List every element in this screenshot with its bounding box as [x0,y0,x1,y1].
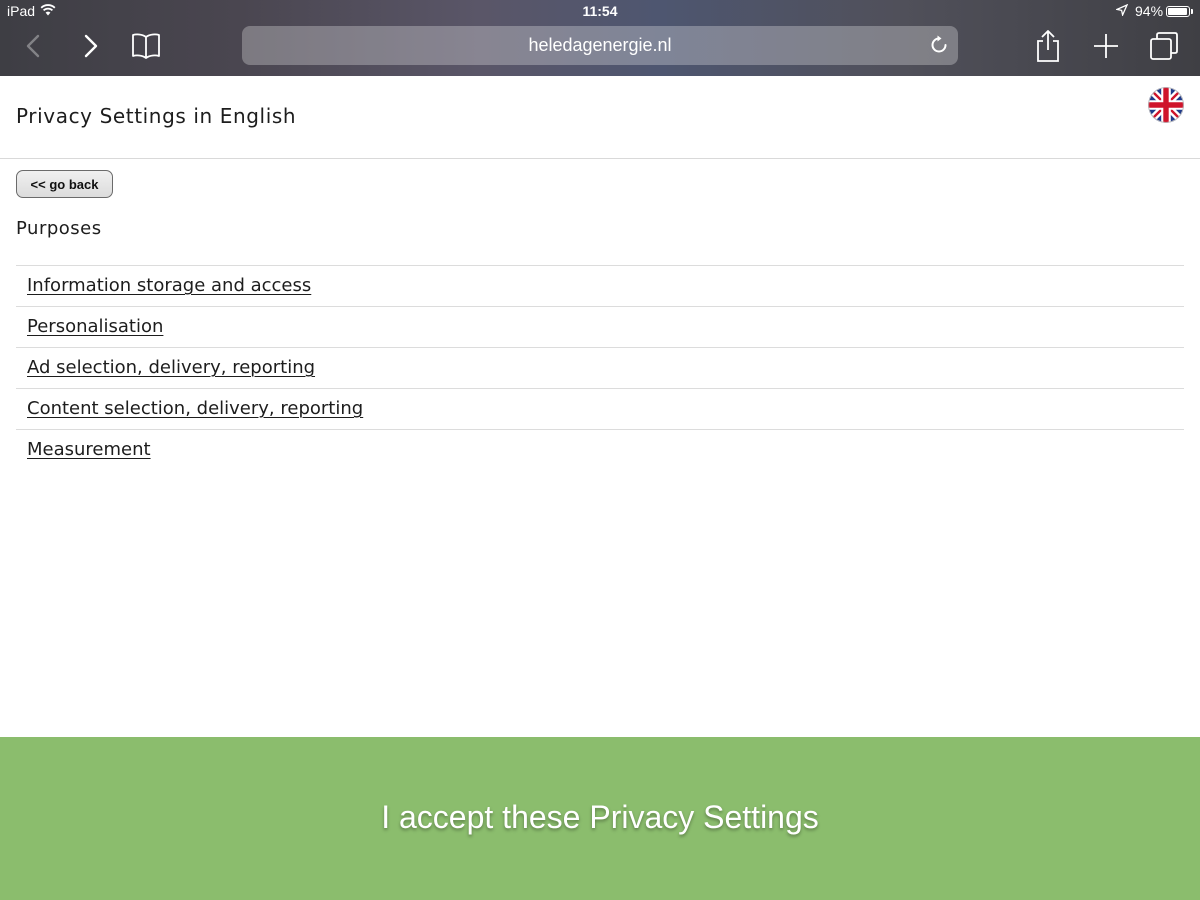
purposes-heading: Purposes [16,218,102,239]
status-bar: iPad 11:54 94% [0,0,1200,22]
back-button[interactable] [18,28,48,64]
tabs-button[interactable] [1146,28,1182,64]
purpose-link[interactable]: Measurement [27,439,151,460]
bookmarks-book-icon [132,33,160,59]
battery-cap [1191,9,1193,14]
forward-button[interactable] [76,28,106,64]
page-title: Privacy Settings in English [16,104,297,128]
list-item: Personalisation [16,306,1184,347]
forward-chevron-icon [84,34,98,58]
url-text: heledagenergie.nl [528,35,672,55]
go-back-button[interactable]: << go back [16,170,113,198]
battery-fill [1168,8,1187,15]
purpose-list: Information storage and access Personali… [16,265,1184,470]
tabs-icon [1150,32,1178,60]
page-header: Privacy Settings in English [0,76,1200,159]
purpose-link[interactable]: Content selection, delivery, reporting [27,398,363,419]
location-arrow-icon [1114,3,1129,20]
share-icon [1037,30,1059,62]
accept-label: I accept these Privacy Settings [381,799,819,835]
accept-privacy-button[interactable]: I accept these Privacy Settings [0,737,1200,900]
list-item: Measurement [16,429,1184,470]
battery-percentage: 94% [1135,3,1164,19]
status-time: 11:54 [582,3,618,19]
bookmarks-button[interactable] [128,28,164,64]
list-item: Information storage and access [16,265,1184,306]
uk-flag-icon[interactable] [1148,87,1184,123]
plus-icon [1094,34,1118,58]
purpose-link[interactable]: Ad selection, delivery, reporting [27,357,315,378]
list-item: Ad selection, delivery, reporting [16,347,1184,388]
purpose-link[interactable]: Information storage and access [27,275,311,296]
list-item: Content selection, delivery, reporting [16,388,1184,429]
back-chevron-icon [26,34,40,58]
share-button[interactable] [1030,28,1066,64]
new-tab-button[interactable] [1088,28,1124,64]
browser-chrome: iPad 11:54 94% heledagenergie.nl [0,0,1200,76]
purpose-link[interactable]: Personalisation [27,316,163,337]
address-bar[interactable]: heledagenergie.nl [242,26,958,65]
battery-icon [1166,6,1190,17]
reload-icon[interactable] [928,34,950,56]
